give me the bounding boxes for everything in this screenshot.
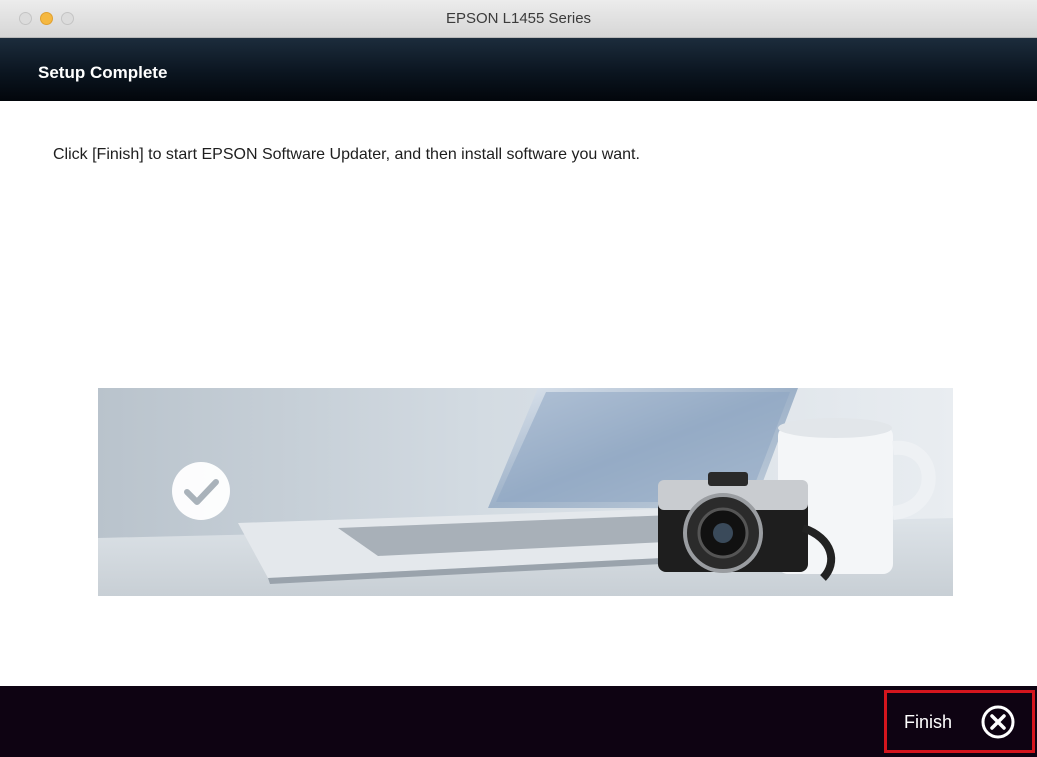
close-circle-icon [981,705,1015,739]
page-title: Setup Complete [38,63,168,82]
finish-button[interactable]: Finish [884,690,1035,753]
title-bar: EPSON L1455 Series [0,0,1037,38]
page-header: Setup Complete [0,38,1037,101]
instruction-text: Click [Finish] to start EPSON Software U… [53,146,640,163]
footer-bar [0,686,1037,757]
setup-complete-illustration [98,388,953,596]
checkmark-icon [172,462,230,520]
finish-button-label: Finish [904,712,953,732]
window-title: EPSON L1455 Series [445,10,592,27]
